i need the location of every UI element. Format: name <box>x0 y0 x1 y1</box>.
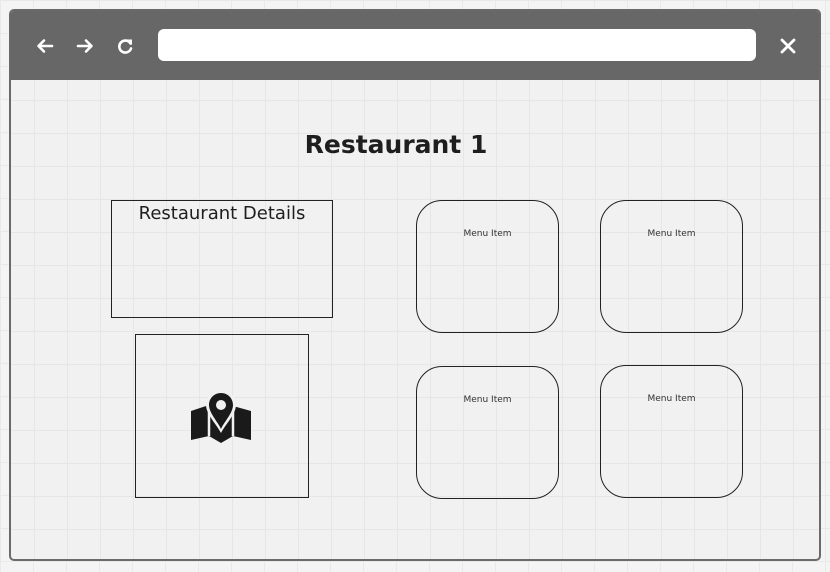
reload-icon <box>118 39 133 54</box>
close-button[interactable] <box>777 35 799 57</box>
menu-item-card[interactable]: Menu Item <box>416 366 559 499</box>
page-content: Restaurant 1 Restaurant Details Menu Ite… <box>11 80 819 559</box>
browser-window: Restaurant 1 Restaurant Details Menu Ite… <box>9 9 821 561</box>
browser-toolbar <box>11 11 819 80</box>
arrow-left-icon <box>37 39 54 53</box>
back-button[interactable] <box>34 35 56 57</box>
reload-button[interactable] <box>114 35 136 57</box>
menu-item-card[interactable]: Menu Item <box>600 365 743 498</box>
arrow-right-icon <box>76 39 93 53</box>
menu-item-label: Menu Item <box>647 394 696 404</box>
page-title: Restaurant 1 <box>304 130 488 159</box>
restaurant-details-label: Restaurant Details <box>138 203 306 224</box>
menu-item-label: Menu Item <box>463 395 512 405</box>
map-pin-icon <box>191 390 251 443</box>
restaurant-details-panel: Restaurant Details <box>111 200 333 318</box>
forward-button[interactable] <box>74 35 96 57</box>
address-bar[interactable] <box>158 29 756 61</box>
menu-item-card[interactable]: Menu Item <box>600 200 743 333</box>
close-icon <box>780 38 796 54</box>
menu-item-label: Menu Item <box>647 229 696 239</box>
menu-item-card[interactable]: Menu Item <box>416 200 559 333</box>
menu-item-label: Menu Item <box>463 229 512 239</box>
map-panel[interactable] <box>135 334 309 498</box>
